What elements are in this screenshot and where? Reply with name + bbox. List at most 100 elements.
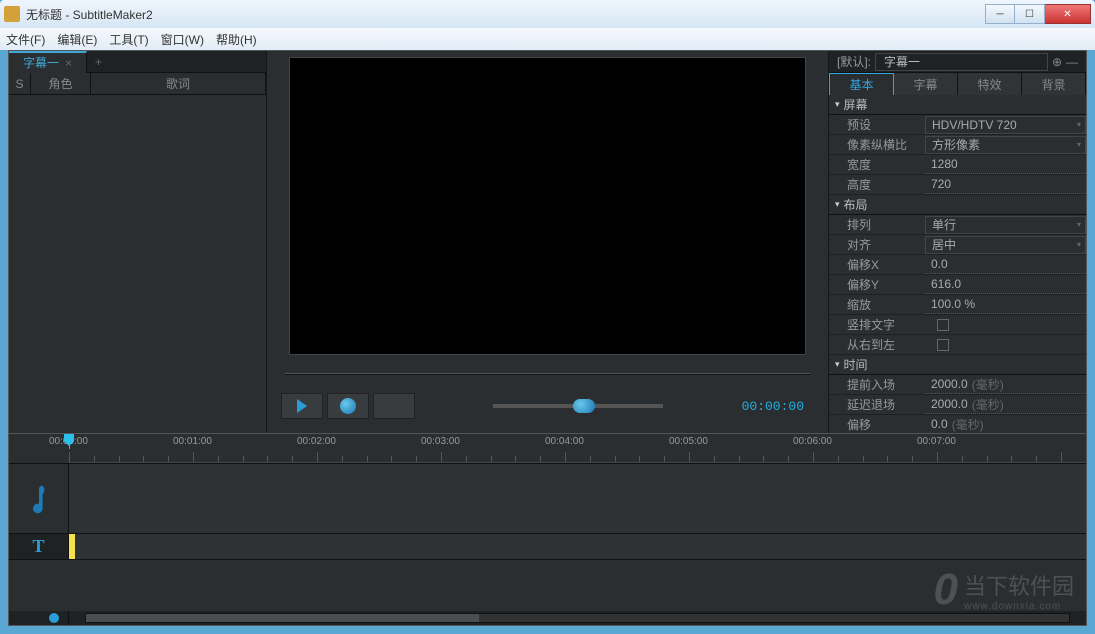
left-panel: 字幕一 × + S 角色 歌词 — [9, 51, 267, 433]
app-area: 字幕一 × + S 角色 歌词 00:00:00 — [8, 50, 1087, 626]
menu-help[interactable]: 帮助(H) — [216, 31, 257, 48]
align-dropdown[interactable]: 居中 — [925, 236, 1086, 254]
seekbar[interactable] — [267, 361, 828, 383]
music-note-icon — [27, 482, 51, 516]
timeline-scrollbar — [9, 611, 1086, 625]
close-tab-icon[interactable]: × — [65, 56, 72, 70]
offsetx-input[interactable]: 0.0 — [925, 256, 1086, 274]
subtitle-clip[interactable] — [69, 534, 75, 559]
ruler-label: 00:07:00 — [917, 436, 956, 447]
volume-thumb[interactable] — [573, 399, 595, 413]
playhead[interactable] — [69, 434, 70, 449]
add-property-button[interactable]: ⊕ — [1052, 55, 1062, 69]
close-button[interactable]: ✕ — [1045, 4, 1091, 24]
menu-edit[interactable]: 编辑(E) — [57, 31, 97, 48]
timeline-ruler[interactable]: 00:00:0000:01:0000:02:0000:03:0000:04:00… — [9, 434, 1086, 464]
ruler-label: 00:05:00 — [669, 436, 708, 447]
menu-window[interactable]: 窗口(W) — [161, 31, 204, 48]
scale-input[interactable]: 100.0 % — [925, 296, 1086, 314]
audio-track — [9, 464, 1086, 534]
tab-bg[interactable]: 背景 — [1022, 73, 1086, 95]
preview-panel: 00:00:00 — [267, 51, 828, 433]
preset-dropdown[interactable]: HDV/HDTV 720 — [925, 116, 1086, 134]
timeline-panel: 00:00:0000:01:0000:02:0000:03:0000:04:00… — [9, 433, 1086, 625]
selection-dropdown[interactable]: 字幕一 — [875, 53, 1048, 71]
col-s[interactable]: S — [9, 73, 31, 94]
seek-track[interactable] — [285, 373, 810, 375]
tab-fx[interactable]: 特效 — [958, 73, 1022, 95]
volume-slider[interactable] — [493, 404, 663, 408]
record-icon — [340, 398, 356, 414]
subtitle-track-head[interactable]: T — [9, 534, 69, 559]
zoom-thumb[interactable] — [49, 613, 59, 623]
default-label: [默认]: — [837, 53, 871, 70]
subtitle-track-body[interactable] — [69, 534, 1086, 559]
h-scroll-thumb[interactable] — [86, 614, 479, 622]
transport-bar: 00:00:00 — [281, 391, 814, 421]
height-input[interactable]: 720 — [925, 176, 1086, 194]
minimize-button[interactable]: ─ — [985, 4, 1015, 24]
aspect-dropdown[interactable]: 方形像素 — [925, 136, 1086, 154]
maximize-button[interactable]: ☐ — [1015, 4, 1045, 24]
prop-vertical: 竖排文字 — [829, 315, 1086, 335]
prop-postout: 延迟退场 2000.0(毫秒) — [829, 395, 1086, 415]
vertical-checkbox[interactable] — [937, 319, 949, 331]
toffset-input[interactable]: 0.0(毫秒) — [925, 416, 1086, 434]
ruler-label: 00:04:00 — [545, 436, 584, 447]
window-title: 无标题 - SubtitleMaker2 — [26, 6, 153, 23]
stop-button[interactable] — [373, 393, 415, 419]
record-button[interactable] — [327, 393, 369, 419]
prop-rtl: 从右到左 — [829, 335, 1086, 355]
add-tab-button[interactable]: + — [87, 55, 110, 69]
zoom-control[interactable] — [9, 611, 69, 625]
subtitle-tab-label: 字幕一 — [23, 54, 59, 71]
play-button[interactable] — [281, 393, 323, 419]
prop-scale: 缩放 100.0 % — [829, 295, 1086, 315]
remove-property-button[interactable]: — — [1066, 55, 1078, 69]
postout-input[interactable]: 2000.0(毫秒) — [925, 396, 1086, 414]
arrange-dropdown[interactable]: 单行 — [925, 216, 1086, 234]
properties-header: [默认]: 字幕一 ⊕ — — [829, 51, 1086, 73]
offsety-input[interactable]: 616.0 — [925, 276, 1086, 294]
properties-tabs: 基本 字幕 特效 背景 — [829, 73, 1086, 95]
left-tabs: 字幕一 × + — [9, 51, 266, 73]
timecode: 00:00:00 — [742, 399, 804, 414]
tab-subtitle[interactable]: 字幕 — [894, 73, 958, 95]
subtitle-tab[interactable]: 字幕一 × — [9, 51, 87, 73]
section-time[interactable]: 时间 — [829, 355, 1086, 375]
prop-preset: 预设 HDV/HDTV 720 — [829, 115, 1086, 135]
col-lyrics[interactable]: 歌词 — [91, 73, 266, 94]
tab-basic[interactable]: 基本 — [829, 73, 894, 95]
section-layout[interactable]: 布局 — [829, 195, 1086, 215]
subtitle-track: T — [9, 534, 1086, 560]
section-screen[interactable]: 屏幕 — [829, 95, 1086, 115]
titlebar: 无标题 - SubtitleMaker2 ─ ☐ ✕ — [0, 0, 1095, 28]
audio-track-head[interactable] — [9, 464, 69, 533]
ruler-label: 00:02:00 — [297, 436, 336, 447]
width-input[interactable]: 1280 — [925, 156, 1086, 174]
audio-track-body[interactable] — [69, 464, 1086, 533]
window-controls: ─ ☐ ✕ — [985, 4, 1091, 24]
app-icon — [4, 6, 20, 22]
ruler-label: 00:01:00 — [173, 436, 212, 447]
prop-arrange: 排列 单行 — [829, 215, 1086, 235]
menu-file[interactable]: 文件(F) — [6, 31, 45, 48]
play-icon — [297, 399, 307, 413]
ruler-label: 00:06:00 — [793, 436, 832, 447]
menu-tools[interactable]: 工具(T) — [109, 31, 148, 48]
prop-width: 宽度 1280 — [829, 155, 1086, 175]
col-role[interactable]: 角色 — [31, 73, 91, 94]
prop-prein: 提前入场 2000.0(毫秒) — [829, 375, 1086, 395]
h-scrollbar[interactable] — [85, 613, 1070, 623]
rtl-checkbox[interactable] — [937, 339, 949, 351]
properties-panel: [默认]: 字幕一 ⊕ — 基本 字幕 特效 背景 屏幕 预设 HDV/HDTV… — [828, 51, 1086, 433]
prop-align: 对齐 居中 — [829, 235, 1086, 255]
prop-offsetx: 偏移X 0.0 — [829, 255, 1086, 275]
prop-offsety: 偏移Y 616.0 — [829, 275, 1086, 295]
prein-input[interactable]: 2000.0(毫秒) — [925, 376, 1086, 394]
prop-toffset: 偏移 0.0(毫秒) — [829, 415, 1086, 433]
video-preview[interactable] — [289, 57, 806, 355]
menubar: 文件(F) 编辑(E) 工具(T) 窗口(W) 帮助(H) — [0, 28, 1095, 50]
prop-height: 高度 720 — [829, 175, 1086, 195]
lyrics-header: S 角色 歌词 — [9, 73, 266, 95]
